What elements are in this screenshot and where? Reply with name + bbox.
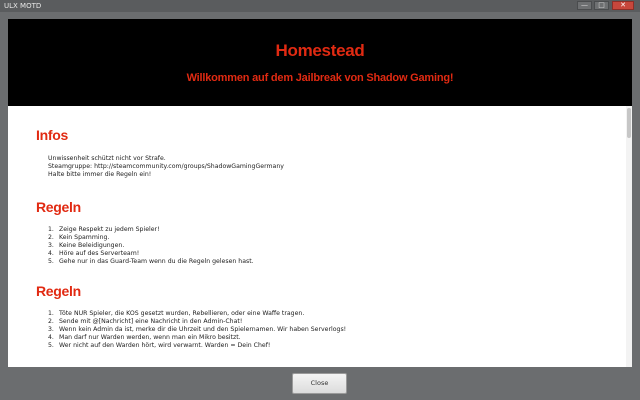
scrollbar-thumb[interactable] bbox=[627, 108, 631, 138]
motd-window: ULX MOTD — □ ✕ Homestead Willkommen auf … bbox=[0, 0, 640, 400]
motd-content: Homestead Willkommen auf dem Jailbreak v… bbox=[8, 19, 632, 367]
list-item: 1. Zeige Respekt zu jedem Spieler! bbox=[48, 226, 160, 233]
footer: Close bbox=[0, 367, 640, 400]
infos-heading: Infos bbox=[36, 127, 68, 143]
close-button[interactable]: Close bbox=[292, 373, 347, 394]
regeln-list-2: 1. Töte NUR Spieler, die KOS gesetzt wurd… bbox=[48, 310, 346, 350]
list-item: 2. Kein Spamming. bbox=[48, 234, 110, 241]
title-bar[interactable]: ULX MOTD — □ ✕ bbox=[0, 0, 640, 12]
banner-subtitle: Willkommen auf dem Jailbreak von Shadow … bbox=[186, 72, 454, 84]
regeln-list: 1. Zeige Respekt zu jedem Spieler! 2. Kein… bbox=[48, 226, 254, 266]
list-item: 1. Töte NUR Spieler, die KOS gesetzt wurd… bbox=[48, 310, 305, 317]
vertical-scrollbar[interactable] bbox=[626, 106, 632, 367]
window-close-button[interactable]: ✕ bbox=[612, 1, 634, 10]
list-item: 3. Wenn kein Admin da ist, merke dir die … bbox=[48, 326, 347, 333]
window-title: ULX MOTD bbox=[4, 2, 42, 10]
banner-title: Homestead bbox=[275, 41, 365, 60]
infos-line: Unwissenheit schützt nicht vor Strafe. bbox=[48, 155, 166, 162]
list-item: 2. Sende mit @[Nachricht] eine Nachricht … bbox=[48, 318, 243, 325]
infos-text: Unwissenheit schützt nicht vor Strafe. S… bbox=[48, 155, 284, 180]
regeln-heading: Regeln bbox=[36, 199, 81, 215]
list-item: 3. Keine Beleidigungen. bbox=[48, 242, 125, 249]
infos-line: Steamgruppe: http://steamcommunity.com/g… bbox=[48, 163, 284, 171]
regeln-heading-2: Regeln bbox=[36, 283, 81, 299]
banner: Homestead Willkommen auf dem Jailbreak v… bbox=[8, 19, 632, 106]
list-item: 4. Man darf nur Warden werden, wenn man e… bbox=[48, 334, 241, 341]
list-item: 4. Höre auf des Serverteam! bbox=[48, 250, 140, 257]
maximize-button[interactable]: □ bbox=[594, 1, 609, 10]
minimize-button[interactable]: — bbox=[577, 1, 592, 10]
infos-line: Halte bitte immer die Regeln ein! bbox=[48, 171, 152, 179]
list-item: 5. Gehe nur in das Guard-Team wenn du die… bbox=[48, 258, 254, 265]
list-item: 5. Wer nicht auf den Warden hört, wird ve… bbox=[48, 342, 271, 349]
